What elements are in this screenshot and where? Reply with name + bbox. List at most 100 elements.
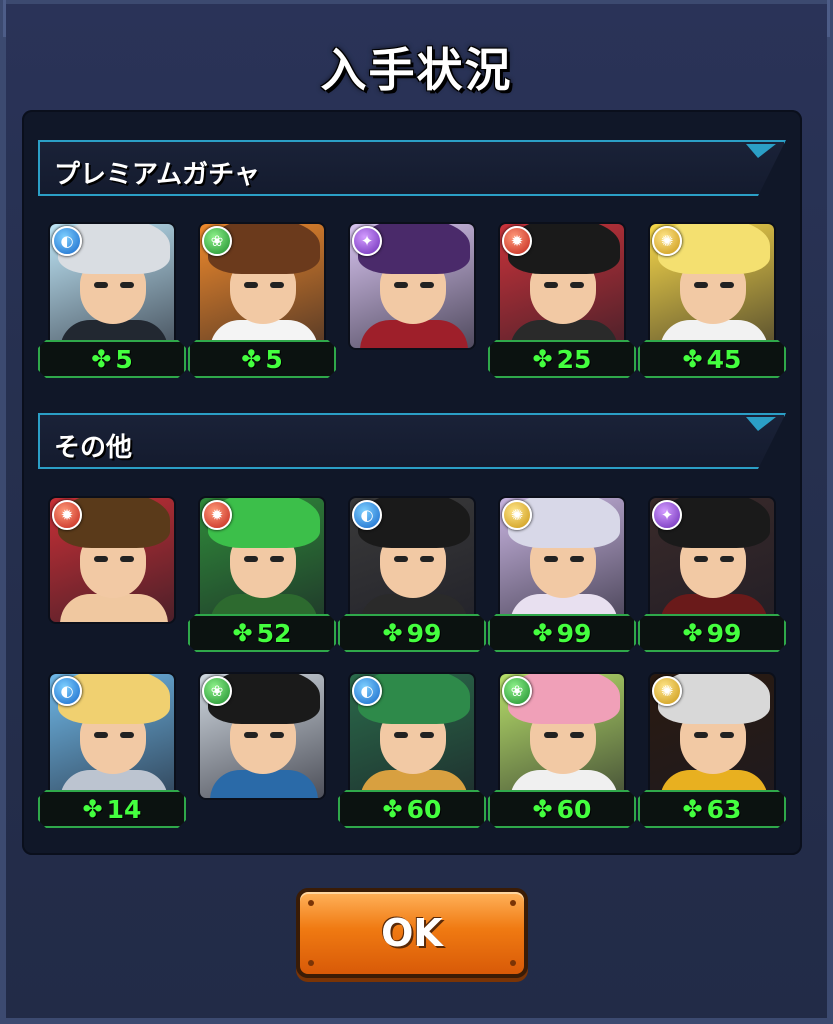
portrait-eye — [420, 282, 434, 288]
character-card[interactable]: ❀ — [198, 672, 326, 800]
clover-icon: ✤ — [382, 619, 403, 647]
character-card[interactable]: ✹ — [48, 496, 176, 624]
portrait-eye — [570, 556, 584, 562]
character-card[interactable]: ◐ ✤ 99 — [348, 496, 476, 624]
portrait-eye — [394, 732, 408, 738]
luck-count: 14 — [106, 794, 142, 824]
portrait-eye — [120, 732, 134, 738]
section-header-premium-gacha: プレミアムガチャ — [38, 140, 786, 196]
luck-count-badge: ✤ 5 — [38, 340, 186, 378]
clover-icon: ✤ — [532, 795, 553, 823]
ok-button[interactable]: OK — [296, 888, 528, 978]
portrait-eye — [270, 556, 284, 562]
character-card[interactable]: ✺ ✤ 99 — [498, 496, 626, 624]
character-card[interactable]: ✺ ✤ 45 — [648, 222, 776, 350]
clover-icon: ✤ — [532, 619, 553, 647]
portrait-body — [60, 594, 168, 622]
character-card[interactable]: ✺ ✤ 63 — [648, 672, 776, 800]
character-card[interactable]: ◐ ✤ 60 — [348, 672, 476, 800]
rivet — [308, 960, 314, 966]
luck-count-badge: ✤ 99 — [488, 614, 636, 652]
portrait-eye — [544, 282, 558, 288]
clover-icon: ✤ — [232, 619, 253, 647]
portrait-body — [360, 320, 468, 348]
portrait-eye — [120, 282, 134, 288]
clover-icon: ✤ — [682, 345, 703, 373]
character-card[interactable]: ✹ ✤ 25 — [498, 222, 626, 350]
fire-attribute-icon: ✹ — [52, 500, 82, 530]
clover-icon: ✤ — [82, 795, 103, 823]
section-header-other: その他 — [38, 413, 786, 469]
portrait-eye — [544, 732, 558, 738]
header-accent — [746, 417, 776, 431]
portrait-eye — [394, 556, 408, 562]
luck-count-badge: ✤ 52 — [188, 614, 336, 652]
wood-attribute-icon: ❀ — [202, 676, 232, 706]
section-label: その他 — [54, 433, 133, 463]
luck-count-badge: ✤ 63 — [638, 790, 786, 828]
luck-count-badge: ✤ 60 — [338, 790, 486, 828]
luck-count: 25 — [556, 344, 592, 374]
portrait-eye — [694, 556, 708, 562]
character-card[interactable]: ✹ ✤ 52 — [198, 496, 326, 624]
clover-icon: ✤ — [532, 345, 553, 373]
ok-button-label: OK — [381, 911, 443, 955]
wood-attribute-icon: ❀ — [202, 226, 232, 256]
portrait-eye — [720, 282, 734, 288]
portrait-eye — [120, 556, 134, 562]
portrait-eye — [94, 282, 108, 288]
character-card[interactable]: ❀ ✤ 60 — [498, 672, 626, 800]
portrait-eye — [570, 732, 584, 738]
dialog-title: 入手状況 — [320, 43, 513, 97]
character-card[interactable]: ✦ ✤ 99 — [648, 496, 776, 624]
portrait-eye — [244, 282, 258, 288]
light-attribute-icon: ✺ — [652, 676, 682, 706]
frame-corner — [3, 0, 43, 37]
portrait-eye — [420, 732, 434, 738]
character-card[interactable]: ❀ ✤ 5 — [198, 222, 326, 350]
dark-attribute-icon: ✦ — [352, 226, 382, 256]
luck-count: 5 — [265, 344, 283, 374]
clover-icon: ✤ — [91, 345, 112, 373]
dark-attribute-icon: ✦ — [652, 500, 682, 530]
luck-count: 99 — [406, 618, 442, 648]
luck-count-badge: ✤ 60 — [488, 790, 636, 828]
luck-count-badge: ✤ 99 — [638, 614, 786, 652]
luck-count: 60 — [556, 794, 592, 824]
portrait-eye — [270, 732, 284, 738]
character-card[interactable]: ✦ — [348, 222, 476, 350]
portrait-eye — [420, 556, 434, 562]
clover-icon: ✤ — [682, 795, 703, 823]
fire-attribute-icon: ✹ — [502, 226, 532, 256]
portrait-eye — [94, 732, 108, 738]
water-attribute-icon: ◐ — [52, 226, 82, 256]
portrait-eye — [270, 282, 284, 288]
luck-count: 52 — [256, 618, 292, 648]
character-card[interactable]: ◐ ✤ 14 — [48, 672, 176, 800]
fire-attribute-icon: ✹ — [202, 500, 232, 530]
portrait-eye — [244, 732, 258, 738]
portrait-eye — [694, 732, 708, 738]
portrait-eye — [570, 282, 584, 288]
luck-count-badge: ✤ 25 — [488, 340, 636, 378]
luck-count-badge: ✤ 5 — [188, 340, 336, 378]
character-card[interactable]: ◐ ✤ 5 — [48, 222, 176, 350]
portrait-eye — [720, 732, 734, 738]
water-attribute-icon: ◐ — [52, 676, 82, 706]
frame-corner — [790, 0, 830, 37]
water-attribute-icon: ◐ — [352, 500, 382, 530]
luck-count: 45 — [706, 344, 742, 374]
rivet — [308, 900, 314, 906]
water-attribute-icon: ◐ — [352, 676, 382, 706]
luck-count-badge: ✤ 45 — [638, 340, 786, 378]
luck-count: 60 — [406, 794, 442, 824]
luck-count: 5 — [115, 344, 133, 374]
section-label: プレミアムガチャ — [54, 160, 260, 190]
portrait-eye — [544, 556, 558, 562]
portrait-eye — [394, 282, 408, 288]
luck-count-badge: ✤ 14 — [38, 790, 186, 828]
luck-count: 63 — [706, 794, 742, 824]
clover-icon: ✤ — [682, 619, 703, 647]
portrait-eye — [694, 282, 708, 288]
rivet — [510, 900, 516, 906]
